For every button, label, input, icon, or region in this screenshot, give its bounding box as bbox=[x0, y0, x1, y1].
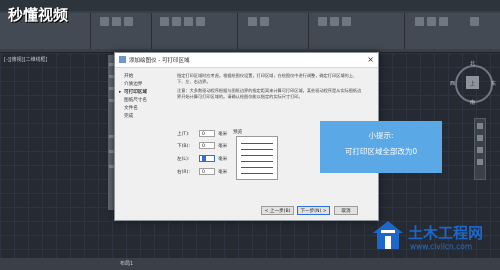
tool-icon[interactable] bbox=[100, 17, 109, 26]
preview-line bbox=[241, 155, 273, 156]
zoom-icon[interactable] bbox=[477, 147, 483, 153]
tip-title: 小提示: bbox=[368, 131, 394, 140]
top-unit: 毫米 bbox=[218, 132, 228, 137]
next-button[interactable]: 下一步(N) > bbox=[297, 206, 330, 215]
left-label: 左(L): bbox=[177, 157, 190, 162]
compass-west[interactable]: 西 bbox=[450, 80, 455, 87]
text-cursor bbox=[202, 156, 206, 161]
tool-icon[interactable] bbox=[439, 17, 448, 26]
dialog-title: 添加绘图仪 - 可打印区域 bbox=[129, 58, 190, 64]
house-logo-icon bbox=[373, 221, 403, 249]
bottom-label: 下(B): bbox=[177, 144, 190, 149]
tool-icon[interactable] bbox=[330, 17, 339, 26]
tool-icon[interactable] bbox=[318, 17, 327, 26]
tool-icon[interactable] bbox=[427, 17, 436, 26]
preview-line bbox=[241, 161, 273, 162]
plotter-icon bbox=[119, 56, 126, 63]
top-margin-input[interactable]: 0 bbox=[199, 130, 215, 137]
bottom-unit: 毫米 bbox=[218, 144, 228, 149]
viewcube[interactable]: 北 南 西 东 上 bbox=[450, 60, 496, 106]
wizard-step-label: 开始 bbox=[124, 74, 134, 79]
preview-label: 预览 bbox=[233, 130, 243, 135]
wizard-step-label: 完成 bbox=[124, 114, 134, 119]
bottom-margin-input[interactable]: 0 bbox=[199, 142, 215, 149]
wizard-steps: 开始 介质边界 ▸ 可打印区域 图纸尺寸名 文件名 完成 bbox=[119, 73, 150, 121]
compass-south[interactable]: 南 bbox=[470, 99, 475, 106]
preview-line bbox=[241, 167, 273, 168]
right-unit: 毫米 bbox=[218, 170, 228, 175]
tool-icon[interactable] bbox=[415, 17, 424, 26]
wizard-step-label: 文件名 bbox=[124, 106, 138, 111]
ribbon-tab-strip bbox=[0, 0, 500, 11]
tool-icon[interactable] bbox=[124, 17, 133, 26]
dialog-description: 指定打印区域时应考虑。根据绘图仪设置，打印区域，在绘图仪中进行调整，确定打印区域… bbox=[177, 73, 365, 103]
tool-icon[interactable] bbox=[172, 17, 181, 26]
top-label: 上(T): bbox=[177, 132, 190, 137]
cube-face-label[interactable]: 上 bbox=[470, 80, 475, 87]
wizard-step: 介质边界 bbox=[120, 81, 150, 89]
tool-icon[interactable] bbox=[342, 17, 351, 26]
tool-icon[interactable] bbox=[112, 17, 121, 26]
tip-body: 可打印区域全部改为0 bbox=[344, 147, 418, 156]
tool-icon[interactable] bbox=[196, 17, 205, 26]
wizard-step-label: 介质边界 bbox=[124, 82, 143, 87]
preview-line bbox=[241, 143, 273, 144]
dialog-title-bar[interactable]: 添加绘图仪 - 可打印区域 × bbox=[115, 53, 378, 68]
orbit-icon[interactable] bbox=[477, 159, 483, 165]
site-url: www.civilcn.com bbox=[410, 242, 473, 251]
tool-icon[interactable] bbox=[248, 17, 257, 26]
wizard-step-label: 可打印区域 bbox=[124, 90, 147, 95]
wizard-step: 图纸尺寸名 bbox=[120, 97, 150, 105]
wizard-step: ▸ 可打印区域 bbox=[119, 89, 150, 97]
left-unit: 毫米 bbox=[218, 157, 228, 162]
layout-tab[interactable]: 布局1 bbox=[120, 260, 133, 267]
wizard-step: 开始 bbox=[120, 73, 150, 81]
compass-east[interactable]: 东 bbox=[491, 80, 496, 87]
current-step-arrow-icon: ▸ bbox=[119, 90, 122, 95]
site-name: 土木工程网 bbox=[408, 224, 484, 242]
preview-line bbox=[241, 149, 273, 150]
compass-north[interactable]: 北 bbox=[470, 60, 475, 67]
viewport-label[interactable]: [-][俯视][二维线框] bbox=[4, 56, 48, 63]
logo-watermark: 秒懂视频 bbox=[8, 6, 69, 24]
left-margin-input[interactable] bbox=[199, 155, 215, 162]
wizard-step: 完成 bbox=[120, 113, 150, 121]
right-label: 右(R): bbox=[177, 170, 190, 175]
wizard-step-label: 图纸尺寸名 bbox=[124, 98, 147, 103]
right-margin-input[interactable]: 0 bbox=[199, 168, 215, 175]
back-button[interactable]: < 上一步(B) bbox=[261, 206, 294, 215]
nav-wheel-icon[interactable] bbox=[477, 123, 483, 129]
description-paragraph: 指定打印区域时应考虑。根据绘图仪设置，打印区域，在绘图仪中进行调整，确定打印区域… bbox=[177, 73, 358, 84]
tool-icon[interactable] bbox=[260, 17, 269, 26]
cancel-button[interactable]: 取消 bbox=[334, 206, 358, 215]
tip-box: 小提示: 可打印区域全部改为0 bbox=[320, 121, 442, 173]
tool-icon[interactable] bbox=[470, 17, 479, 26]
ribbon bbox=[0, 0, 500, 53]
tool-icon[interactable] bbox=[160, 17, 169, 26]
close-button[interactable]: × bbox=[367, 55, 374, 64]
wizard-step: 文件名 bbox=[120, 105, 150, 113]
preview-line bbox=[241, 173, 273, 174]
print-area-preview bbox=[236, 136, 278, 180]
tool-icon[interactable] bbox=[184, 17, 193, 26]
pan-icon[interactable] bbox=[477, 135, 483, 141]
description-paragraph: 注意：大多数驱动程序根据与图纸边界的指定距离来计算可打印区域。某些驱动程序是从实… bbox=[177, 88, 362, 99]
navigation-bar bbox=[474, 118, 486, 180]
site-watermark: 土木工程网 www.civilcn.com bbox=[370, 215, 498, 270]
